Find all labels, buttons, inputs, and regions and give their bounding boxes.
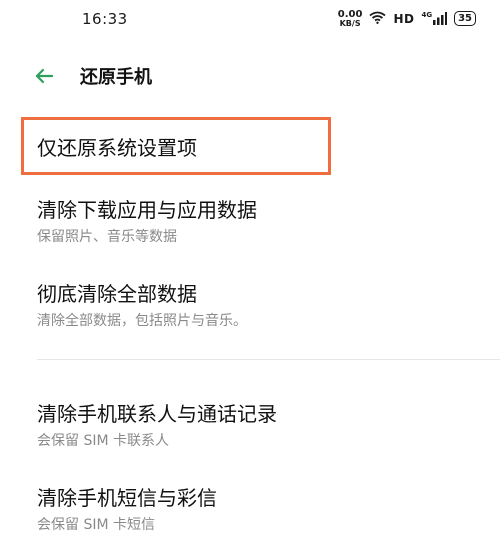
back-arrow-icon[interactable] — [32, 64, 56, 88]
option-title: 清除手机联系人与通话记录 — [37, 402, 277, 426]
status-icons: 0.00 KB/S HD 4G 35 — [338, 9, 476, 28]
option-clear-sms-mms[interactable]: 清除手机短信与彩信 会保留 SIM 卡短信 — [0, 474, 500, 540]
app-bar: 还原手机 — [0, 52, 500, 100]
option-subtitle: 保留照片、音乐等数据 — [37, 229, 177, 245]
hd-label: HD — [393, 11, 415, 26]
network-speed-value: 0.00 — [337, 8, 363, 20]
option-subtitle: 清除全部数据，包括照片与音乐。 — [37, 313, 247, 329]
section-divider — [37, 359, 500, 360]
signal-icon: 4G — [421, 11, 448, 25]
status-time: 16:33 — [82, 10, 128, 28]
status-bar: 16:33 0.00 KB/S HD 4G 35 — [0, 0, 500, 36]
network-speed: 0.00 KB/S — [337, 8, 363, 28]
network-type: 4G — [421, 11, 433, 19]
wifi-icon — [369, 9, 386, 28]
option-subtitle: 会保留 SIM 卡短信 — [37, 517, 155, 533]
option-erase-all-data[interactable]: 彻底清除全部数据 清除全部数据，包括照片与音乐。 — [0, 270, 500, 336]
option-clear-contacts-calls[interactable]: 清除手机联系人与通话记录 会保留 SIM 卡联系人 — [0, 390, 500, 456]
option-reset-settings-only[interactable]: 仅还原系统设置项 — [0, 118, 500, 174]
page-title: 还原手机 — [80, 67, 152, 88]
option-title: 仅还原系统设置项 — [37, 136, 197, 160]
option-title: 彻底清除全部数据 — [37, 282, 197, 306]
battery-icon: 35 — [454, 11, 476, 26]
option-clear-apps-data[interactable]: 清除下载应用与应用数据 保留照片、音乐等数据 — [0, 186, 500, 252]
option-title: 清除下载应用与应用数据 — [37, 198, 257, 222]
option-subtitle: 会保留 SIM 卡联系人 — [37, 433, 169, 449]
network-speed-unit: KB/S — [339, 18, 361, 28]
option-title: 清除手机短信与彩信 — [37, 486, 217, 510]
